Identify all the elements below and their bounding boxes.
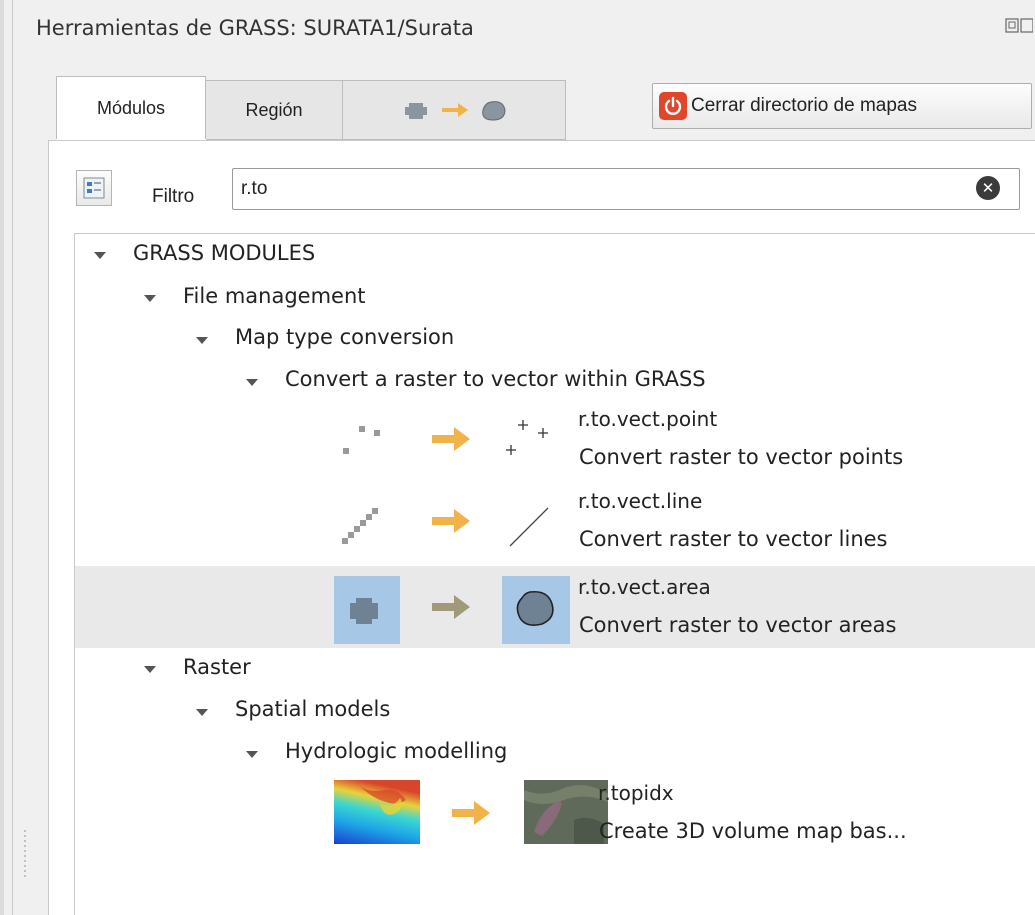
resize-handle[interactable] [24,830,26,880]
vector-points-icon [506,420,548,455]
module-item-r-to-vect-point[interactable]: r.to.vect.point Convert raster to vector… [334,402,984,482]
tree-node-raster[interactable]: Raster [183,655,251,679]
power-icon [659,92,687,120]
filter-input[interactable] [232,168,1020,210]
elevation-raster-icon [334,780,420,844]
expand-arrow-icon[interactable] [144,666,156,673]
float-icon[interactable] [1005,18,1034,34]
tree-node-hydrologic-modelling[interactable]: Hydrologic modelling [285,739,507,763]
topographic-index-icon [524,780,608,844]
tree-node-map-type-conversion[interactable]: Map type conversion [235,325,454,349]
tab-region-label: Región [245,99,303,120]
close-mapset-button[interactable]: Cerrar directorio de mapas [652,83,1032,129]
module-item-r-to-vect-area[interactable]: r.to.vect.area Convert raster to vector … [334,566,984,648]
dock-edge-line [12,0,13,915]
tab-raster-to-vector[interactable] [342,80,566,140]
arrow-right-icon [432,595,470,619]
expand-arrow-icon[interactable] [246,379,258,386]
arrow-right-icon [452,801,490,825]
expand-arrow-icon[interactable] [246,751,258,758]
tree-node-grass-modules[interactable]: GRASS MODULES [133,241,315,265]
tab-modulos-label: Módulos [96,98,166,118]
tree-node-spatial-models[interactable]: Spatial models [235,697,390,721]
module-name: r.to.vect.line [578,489,703,513]
expand-arrow-icon[interactable] [144,295,156,302]
arrow-right-icon [432,509,470,533]
dock-edge [0,0,4,915]
module-description: Convert raster to vector areas [579,613,897,637]
expand-arrow-icon[interactable] [94,252,106,259]
filter-label: Filtro [152,186,195,207]
tree-node-convert-raster-vector[interactable]: Convert a raster to vector within GRASS [285,367,706,391]
module-description: Create 3D volume map bas... [599,819,907,843]
raster-area-icon [350,598,378,624]
panel-title: Herramientas de GRASS: SURATA1/Surata [36,16,474,40]
module-description: Convert raster to vector points [579,445,904,469]
module-name: r.topidx [598,781,674,805]
module-description: Convert raster to vector lines [579,527,888,551]
vector-line-icon [509,507,549,547]
dock-window-buttons[interactable] [1005,18,1034,38]
clear-filter-icon[interactable]: ✕ [976,176,1000,200]
expand-arrow-icon[interactable] [196,709,208,716]
arrow-right-icon [432,427,470,451]
tree-node-file-management[interactable]: File management [183,284,366,308]
module-item-r-topidx[interactable]: r.topidx Create 3D volume map bas... [334,776,984,856]
module-item-r-to-vect-line[interactable]: r.to.vect.line Convert raster to vector … [334,484,984,564]
module-name: r.to.vect.area [578,575,711,599]
list-view-icon [83,177,105,199]
expand-arrow-icon[interactable] [196,337,208,344]
module-name: r.to.vect.point [578,407,718,431]
raster-to-vector-tab-icon [405,101,506,121]
view-mode-button[interactable] [76,170,112,206]
raster-line-icon [342,508,378,544]
vector-area-icon [516,590,554,626]
close-mapset-label: Cerrar directorio de mapas [691,95,917,116]
tab-modulos[interactable]: Módulos [56,76,206,140]
raster-points-icon [343,426,380,454]
tab-region[interactable]: Región [205,80,343,140]
